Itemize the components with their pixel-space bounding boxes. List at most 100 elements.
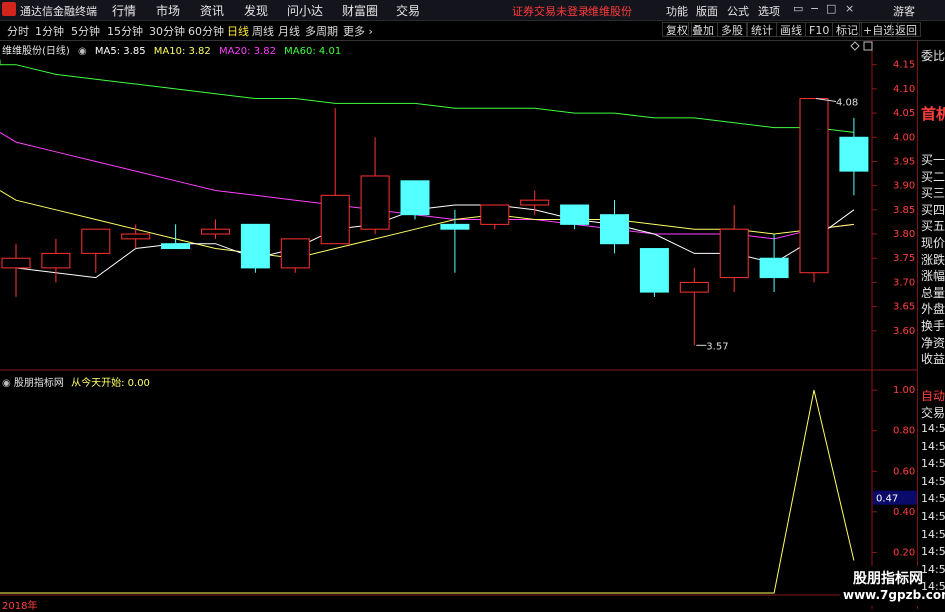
period-multi[interactable]: 多周期 — [305, 23, 338, 39]
quote-label: 外盘 — [921, 302, 945, 317]
app-title: 通达信金融终端 — [20, 5, 97, 18]
year-label: 2018年 — [2, 601, 38, 612]
menu-faxian[interactable]: 发现 — [244, 2, 268, 19]
tool-tongji[interactable]: 统计 — [747, 22, 777, 37]
candle — [679, 267, 709, 346]
period-toolbar: 分时 1分钟 5分钟 15分钟 30分钟 60分钟 日线 周线 月线 多周期 更… — [0, 21, 945, 41]
y-tick-label: 4.05 — [893, 108, 915, 119]
candle-body — [1, 257, 31, 269]
guest-label[interactable]: 游客 — [893, 3, 915, 19]
sub-legend: ◉ 股朋指标网 从今天开始: 0.00 — [2, 374, 150, 389]
menu-hangqing[interactable]: 行情 — [112, 2, 136, 19]
auto-label[interactable]: 自动 — [921, 387, 945, 404]
candle — [639, 248, 669, 297]
tool-huaxian[interactable]: 画线 — [776, 22, 806, 37]
menu-banmian[interactable]: 版面 — [696, 3, 718, 19]
candle-body — [679, 281, 709, 293]
candle — [41, 238, 71, 283]
ma-legend: 维维股份(日线) ◉ MA5: 3.85 MA10: 3.82 MA20: 3.… — [2, 42, 346, 57]
tool-diejia[interactable]: 叠加 — [688, 22, 718, 37]
menu-zixun[interactable]: 资讯 — [200, 2, 224, 19]
trade-time: 14:56 — [921, 474, 945, 488]
trade-time: 14:56 — [921, 439, 945, 453]
watermark: 股朋指标网 www.7gpzb.com — [840, 566, 945, 606]
sub-y-tick-label: 0.60 — [893, 466, 915, 477]
current-value-label: 0.47 — [876, 494, 898, 505]
stock-chart-title: 维维股份(日线) — [2, 46, 70, 57]
chart-area[interactable]: 4.15 4.10 4.05 4.00 3.95 3.90 3.85 3.80 3.75 3.70… — [0, 40, 945, 609]
trade-label: 交易 — [921, 406, 945, 420]
login-status[interactable]: 证券交易未登录 — [512, 3, 589, 19]
sub-dropdown-icon[interactable]: ◉ — [2, 378, 11, 389]
menu-caifuquan[interactable]: 财富圈 — [342, 2, 378, 19]
ma20-label: MA20: 3.82 — [218, 46, 276, 57]
y-tick-label: 3.60 — [893, 326, 915, 337]
maximize-icon[interactable]: □ — [826, 2, 836, 15]
quote-panel: 委比 首机 买一 买二 买三 买四 买五 现价 涨跌 涨幅 总量 外盘 换手 净资 收益 自动 交易 1… — [917, 41, 945, 609]
y-tick-label: 3.90 — [893, 181, 915, 192]
y-tick-label: 3.70 — [893, 277, 915, 288]
menu-shichang[interactable]: 市场 — [156, 2, 180, 19]
period-60min[interactable]: 60分钟 — [188, 23, 224, 39]
candle-body — [440, 223, 470, 230]
period-weekly[interactable]: 周线 — [252, 23, 274, 39]
tool-back[interactable]: 返回 — [891, 22, 921, 37]
menu-gongneng[interactable]: 功能 — [666, 3, 688, 19]
candle-body — [400, 180, 430, 216]
indicator-label: 从今天开始: 0.00 — [71, 378, 150, 389]
candle-body — [759, 257, 789, 279]
legend-dropdown-icon[interactable]: ◉ — [78, 46, 87, 57]
current-stock-link[interactable]: 维维股份 — [588, 3, 632, 19]
y-tick-label: 3.65 — [893, 302, 915, 313]
candle-body — [480, 204, 510, 225]
sub-chart-title: 股朋指标网 — [13, 378, 64, 389]
weibi-label: 委比 — [921, 49, 945, 63]
ma5-label: MA5: 3.85 — [94, 46, 146, 57]
period-30min[interactable]: 30分钟 — [149, 23, 185, 39]
candle-body — [280, 238, 310, 269]
y-tick-label: 3.85 — [893, 205, 915, 216]
period-5min[interactable]: 5分钟 — [71, 23, 100, 39]
candle — [839, 117, 869, 196]
period-1min[interactable]: 1分钟 — [35, 23, 64, 39]
y-tick-label: 4.15 — [893, 60, 915, 71]
period-15min[interactable]: 15分钟 — [107, 23, 143, 39]
tool-f10[interactable]: F10 — [805, 22, 834, 37]
period-more[interactable]: 更多 › — [343, 23, 373, 39]
ma60-label: MA60: 4.01 — [284, 46, 342, 57]
candle-body — [799, 98, 829, 274]
period-daily[interactable]: 日线 — [227, 23, 249, 39]
period-monthly[interactable]: 月线 — [278, 23, 300, 39]
menu-xuanxiang[interactable]: 选项 — [758, 3, 780, 19]
tool-duogu[interactable]: 多股 — [717, 22, 747, 37]
candle — [280, 238, 310, 273]
candle — [520, 190, 550, 215]
close-icon[interactable]: × — [845, 2, 854, 15]
y-tick-label: 4.00 — [893, 132, 915, 143]
y-tick-label: 3.75 — [893, 253, 915, 264]
watermark-title: 股朋指标网 — [853, 571, 923, 587]
candle-body — [201, 228, 230, 235]
minimize-icon[interactable]: − — [810, 2, 819, 15]
high-price-label: 4.08 — [836, 98, 858, 109]
trade-time: 14:56 — [921, 457, 945, 471]
quote-label: 现价 — [921, 236, 945, 250]
trade-time: 14:56 — [921, 492, 945, 506]
menu-jiaoyi[interactable]: 交易 — [396, 2, 420, 19]
restore-window-icon[interactable]: ▭ — [793, 2, 803, 15]
chart-settings-icon[interactable] — [850, 41, 873, 51]
tool-biaoji[interactable]: 标记 — [832, 22, 862, 37]
candle-body — [41, 252, 71, 269]
menu-wenxiaoda[interactable]: 问小达 — [287, 2, 323, 19]
quote-label: 总量 — [921, 285, 945, 300]
y-tick-label: 3.80 — [893, 229, 915, 240]
quote-label: 买四 — [921, 202, 945, 217]
candle — [320, 108, 350, 245]
candle — [480, 204, 510, 230]
menu-gongshi[interactable]: 公式 — [727, 3, 749, 19]
candle — [360, 137, 390, 235]
trade-time: 14:56 — [921, 510, 945, 523]
period-fenshi[interactable]: 分时 — [7, 23, 29, 39]
sub-y-tick-label: 0.40 — [893, 507, 915, 518]
ma10-label: MA10: 3.82 — [153, 46, 211, 57]
